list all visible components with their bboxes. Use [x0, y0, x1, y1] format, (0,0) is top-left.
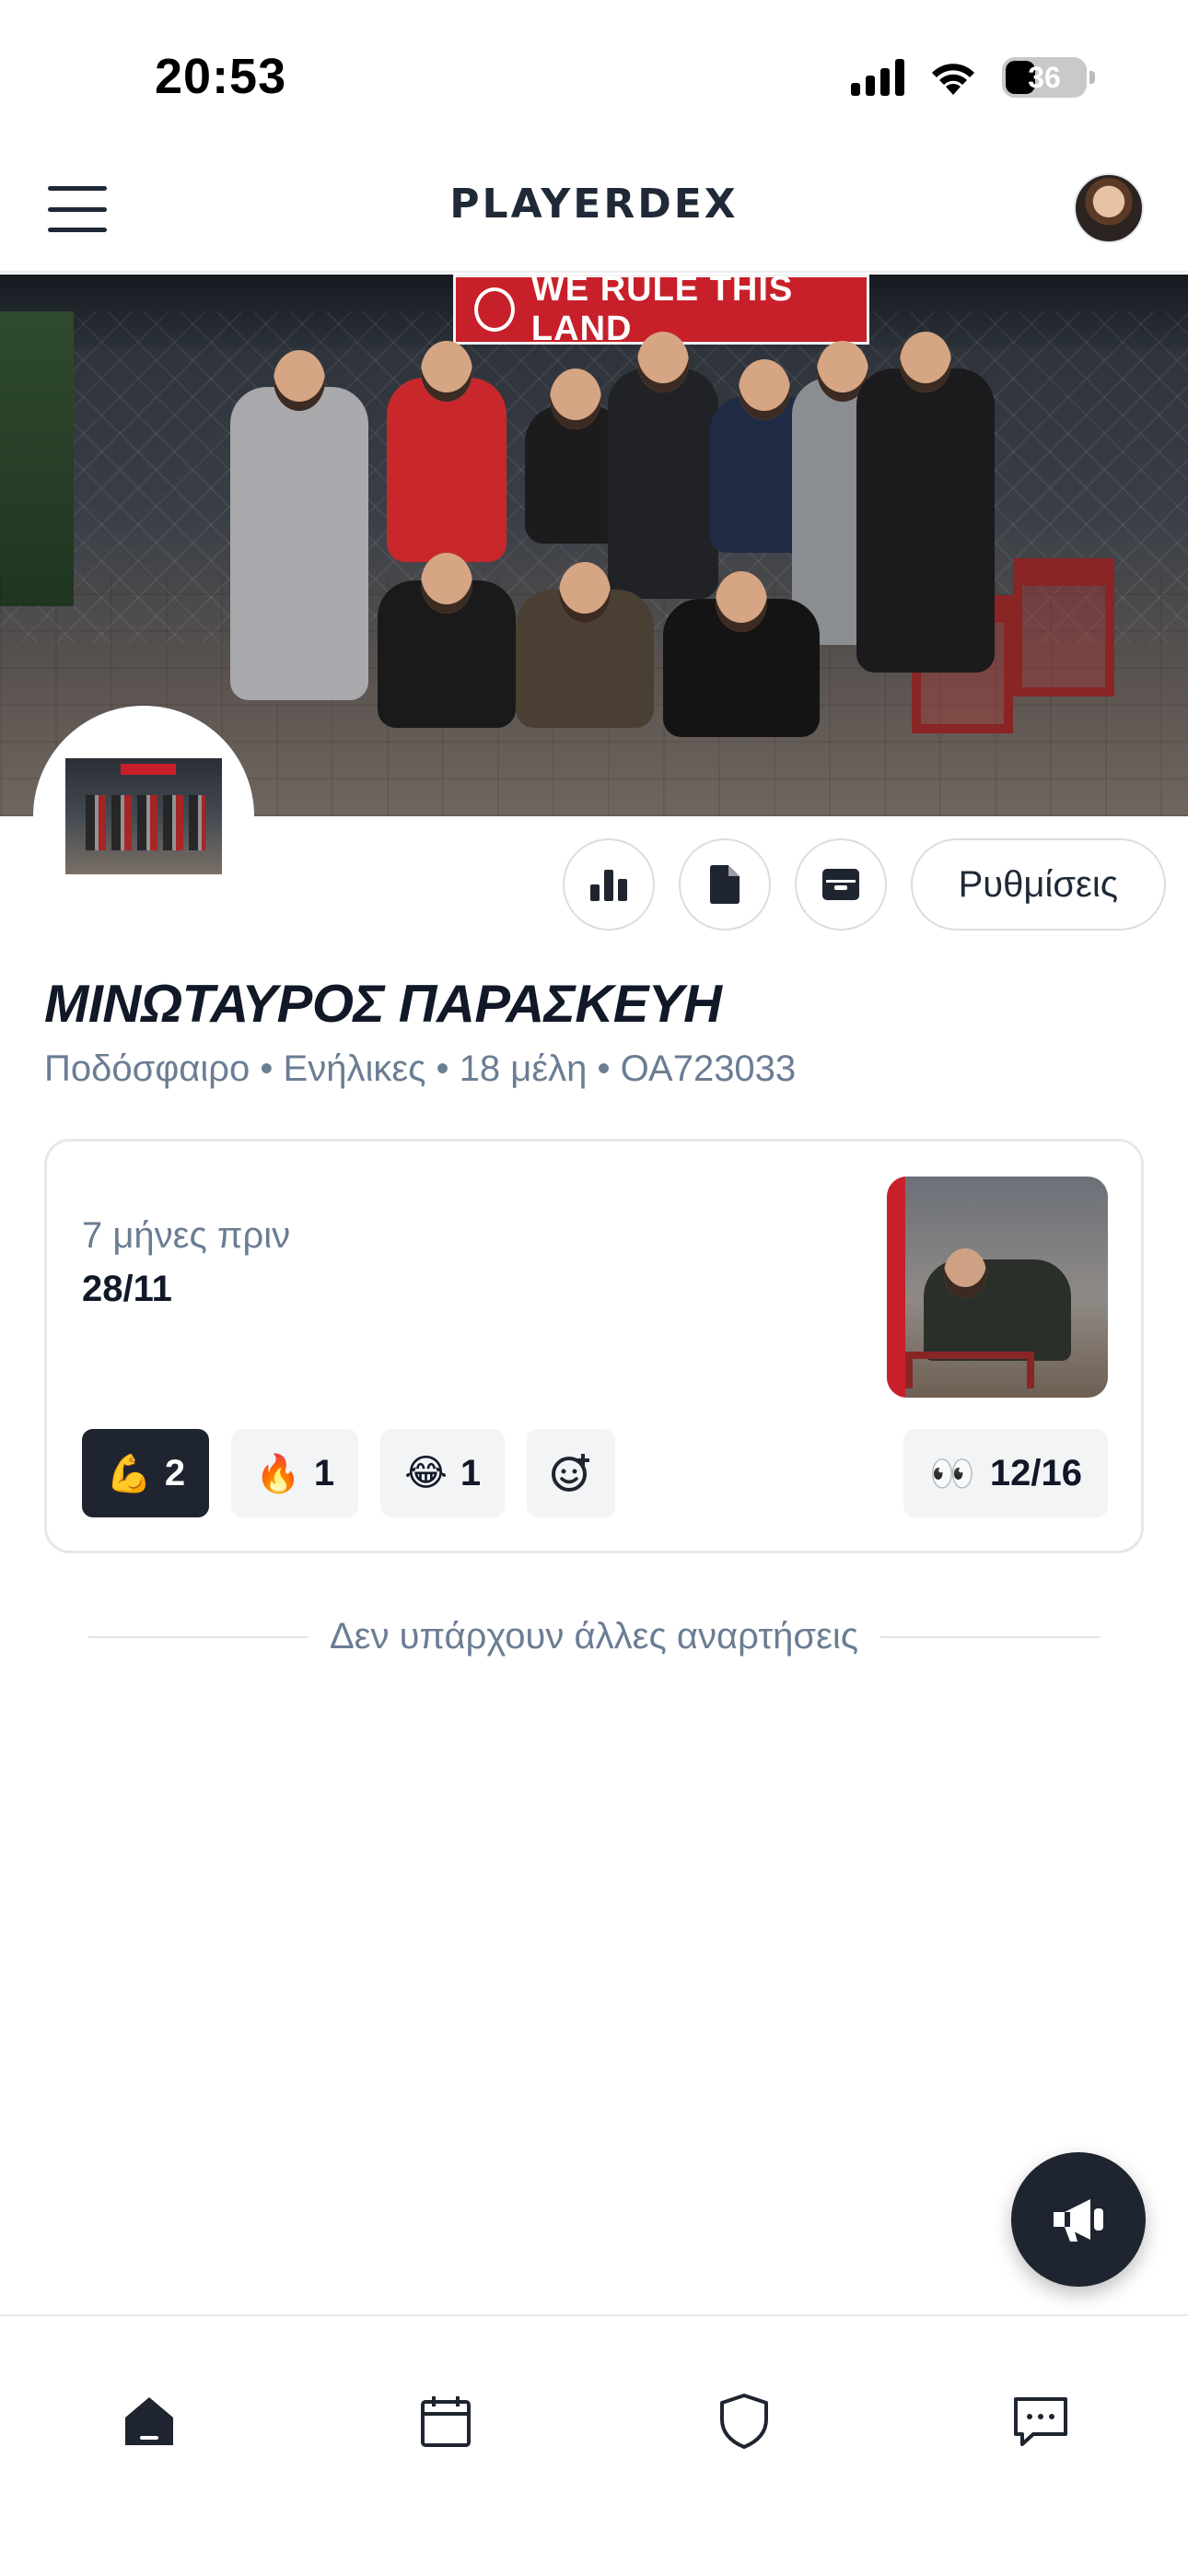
fire-emoji-icon: 🔥: [255, 1452, 301, 1495]
megaphone-icon: [1054, 2199, 1103, 2242]
add-emoji-icon: [552, 1454, 590, 1492]
app-header: PLAYERDEX: [0, 147, 1188, 273]
team-group-photo: [221, 332, 995, 792]
post-card[interactable]: 7 μήνες πριν 28/11 💪 2 🔥 1 😂 1 👀 12/16: [44, 1139, 1144, 1553]
status-time: 20:53: [155, 49, 287, 104]
views-badge[interactable]: 👀 12/16: [903, 1429, 1108, 1517]
wifi-icon: [932, 64, 974, 95]
chat-icon: [1014, 2397, 1067, 2446]
nav-home[interactable]: [112, 2384, 186, 2458]
nav-calendar[interactable]: [409, 2384, 483, 2458]
user-avatar[interactable]: [1074, 173, 1144, 243]
reaction-count: 1: [313, 1452, 335, 1493]
status-bar: 20:53 36: [0, 0, 1188, 147]
post-time-ago: 7 μήνες πριν: [82, 1215, 291, 1256]
reaction-laugh[interactable]: 😂 1: [380, 1429, 506, 1517]
feed-end-divider: Δεν υπάρχουν άλλες αναρτήσεις: [88, 1616, 1100, 1657]
shield-icon: [720, 2394, 768, 2449]
stats-button[interactable]: [562, 838, 655, 931]
nav-team[interactable]: [707, 2384, 781, 2458]
post-image[interactable]: [887, 1177, 1108, 1398]
team-name: ΜΙΝΩΤΑΥΡΟΣ ΠΑΡΑΣΚΕΥΗ: [44, 974, 722, 1034]
reaction-count: 1: [460, 1452, 482, 1493]
settings-button[interactable]: Ρυθμίσεις: [910, 838, 1166, 931]
documents-button[interactable]: [678, 838, 771, 931]
status-icons: 36: [851, 57, 1095, 98]
feed-end-text: Δεν υπάρχουν άλλες αναρτήσεις: [329, 1616, 859, 1657]
brand-logo: PLAYERDEX: [449, 181, 739, 228]
nav-messages[interactable]: [1004, 2384, 1077, 2458]
announce-button[interactable]: [1011, 2152, 1146, 2287]
add-reaction-button[interactable]: [527, 1429, 616, 1517]
views-count: 12/16: [989, 1452, 1082, 1493]
home-icon: [125, 2397, 173, 2445]
bar-chart-icon: [589, 870, 627, 901]
crest-logo: [474, 287, 515, 332]
archive-button[interactable]: [794, 838, 887, 931]
laugh-emoji-icon: 😂: [404, 1452, 448, 1494]
eyes-emoji-icon: 👀: [929, 1453, 975, 1494]
document-icon: [709, 865, 740, 904]
reaction-muscle[interactable]: 💪 2: [82, 1429, 210, 1517]
battery-level: 36: [1028, 60, 1061, 94]
battery-icon: 36: [1002, 57, 1095, 98]
reaction-count: 2: [164, 1452, 186, 1493]
reactions-bar: 💪 2 🔥 1 😂 1: [82, 1429, 616, 1517]
muscle-emoji-icon: 💪: [106, 1452, 152, 1495]
calendar-icon: [421, 2396, 471, 2447]
signal-icon: [851, 59, 904, 96]
archive-icon: [821, 869, 859, 900]
team-avatar[interactable]: [33, 706, 254, 927]
post-date: 28/11: [82, 1269, 172, 1309]
reaction-fire[interactable]: 🔥 1: [231, 1429, 359, 1517]
team-actions: Ρυθμίσεις: [562, 838, 1166, 931]
bottom-nav: [0, 2314, 1188, 2576]
team-meta: Ποδόσφαιρο • Ενήλικες • 18 μέλη • ΟΑ7230…: [44, 1048, 797, 1089]
